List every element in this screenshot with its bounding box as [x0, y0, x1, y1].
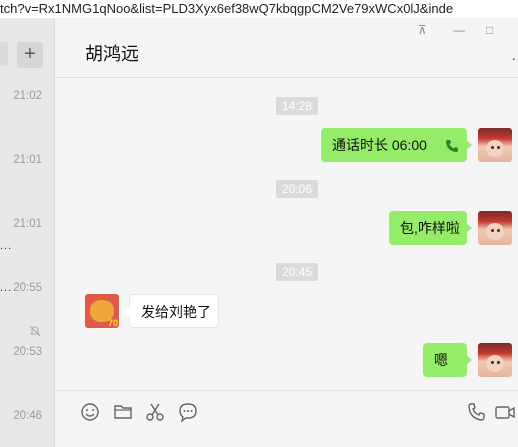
chat-window: 胡鸿远 ⊼ — □ · 14:28 通话时长 06:00 20:06 包,咋样啦… — [56, 18, 518, 447]
message-timestamp: 20:06 — [276, 180, 319, 198]
phone-icon — [445, 140, 458, 153]
message-timestamp: 14:28 — [276, 97, 319, 115]
input-toolbar — [56, 390, 518, 447]
emoji-icon[interactable] — [79, 401, 101, 423]
call-duration-text: 通话时长 06:00 — [332, 137, 427, 153]
message-text: 嗯 — [434, 352, 448, 368]
chat-time: 21:01 — [13, 218, 42, 230]
contact-avatar[interactable]: 70 — [85, 294, 119, 328]
mute-bell-icon — [29, 325, 41, 337]
scissors-icon[interactable] — [144, 401, 166, 423]
my-avatar[interactable] — [478, 343, 512, 377]
chat-time: 21:01 — [13, 154, 42, 166]
message-text: 发给刘艳了 — [141, 304, 211, 320]
maximize-icon[interactable]: □ — [486, 23, 493, 37]
add-button[interactable]: + — [17, 42, 43, 68]
minimize-icon[interactable]: — — [453, 23, 465, 37]
message-bubble[interactable]: 包,咋样啦 — [389, 211, 472, 245]
avatar-badge: 70 — [107, 318, 118, 328]
chat-time: 21:02 — [13, 90, 42, 102]
chat-time: 20:46 — [13, 410, 42, 422]
my-avatar[interactable] — [478, 211, 512, 245]
chat-bubble-icon[interactable] — [177, 401, 199, 423]
browser-url-bar[interactable]: tch?v=Rx1NMG1qNoo&list=PLD3Xyx6ef38wQ7kb… — [0, 0, 518, 18]
chat-preview-ellipsis: ... — [0, 282, 13, 294]
message-bubble[interactable]: 发给刘艳了 — [124, 294, 219, 328]
more-icon[interactable]: · — [511, 50, 516, 66]
search-input[interactable] — [0, 42, 8, 66]
folder-icon[interactable] — [112, 401, 134, 423]
chat-time: 20:55 — [13, 282, 42, 294]
call-record-bubble[interactable]: 通话时长 06:00 — [321, 128, 472, 162]
pin-icon[interactable]: ⊼ — [418, 23, 427, 37]
chat-title: 胡鸿远 — [85, 44, 139, 64]
chat-preview-ellipsis: ... — [0, 240, 13, 252]
chat-time: 20:53 — [13, 346, 42, 358]
phone-icon[interactable] — [466, 401, 488, 423]
message-text: 包,咋样啦 — [400, 220, 460, 236]
chat-list-panel: + 21:02 21:01 21:01 ... 20:55 ... 20:53 … — [0, 18, 55, 447]
message-bubble[interactable]: 嗯 — [423, 343, 472, 377]
my-avatar[interactable] — [478, 128, 512, 162]
chat-header: 胡鸿远 ⊼ — □ · — [56, 18, 518, 78]
message-list[interactable]: 14:28 通话时长 06:00 20:06 包,咋样啦 20:45 70 发给… — [56, 79, 518, 389]
video-icon[interactable] — [494, 401, 516, 423]
message-timestamp: 20:45 — [276, 263, 319, 281]
